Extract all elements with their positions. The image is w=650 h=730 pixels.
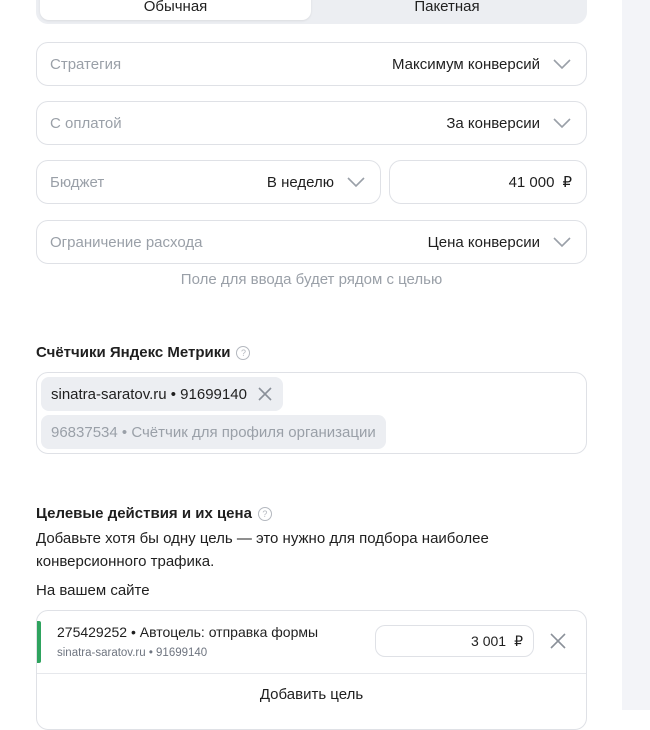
help-icon[interactable]: ? (257, 507, 272, 521)
close-icon[interactable] (549, 632, 567, 650)
suggested-counter-chip[interactable]: 96837534 • Счётчик для профиля организац… (41, 415, 386, 449)
strategy-label: Стратегия (50, 55, 122, 73)
metrika-section-title: Счётчики Яндекс Метрики? (36, 344, 251, 361)
currency-sign: ₽ (514, 632, 523, 649)
tab-package[interactable]: Пакетная (311, 0, 583, 20)
help-icon[interactable]: ? (236, 346, 251, 360)
payment-value: За конверсии (446, 114, 540, 132)
goals-description: Добавьте хотя бы одну цель — это нужно д… (36, 530, 489, 570)
payment-select[interactable]: С оплатой За конверсии (36, 101, 587, 145)
metrika-title-text: Счётчики Яндекс Метрики (36, 344, 231, 361)
chevron-down-icon (553, 59, 571, 70)
goal-subtitle: sinatra-saratov.ru • 91699140 (57, 647, 208, 659)
selected-counter-chip: sinatra-saratov.ru • 91699140 (41, 377, 283, 411)
spend-limit-hint: Поле для ввода будет рядом с целью (180, 271, 443, 288)
budget-period-select[interactable]: Бюджет В неделю (36, 160, 381, 204)
spend-limit-value: Цена конверсии (427, 233, 540, 251)
goals-list: 275429252 • Автоцель: отправка формы sin… (36, 610, 587, 730)
spend-limit-select[interactable]: Ограничение расхода Цена конверсии (36, 220, 587, 264)
strategy-value: Максимум конверсий (391, 55, 540, 73)
spend-limit-label: Ограничение расхода (50, 233, 203, 251)
budget-label: Бюджет (50, 173, 105, 191)
on-site-subheading: На вашем сайте (36, 582, 150, 599)
goals-section-title: Целевые действия и их цена? (36, 505, 272, 522)
budget-period-value: В неделю (266, 173, 334, 191)
payment-label: С оплатой (50, 114, 122, 132)
chevron-down-icon (553, 237, 571, 248)
goals-title-text: Целевые действия и их цена (36, 505, 252, 522)
selected-counter-text: sinatra-saratov.ru • 91699140 (51, 385, 247, 403)
close-icon[interactable] (257, 386, 273, 402)
goal-price-value: 3 001 (471, 633, 507, 649)
budget-amount-value: 41 000 (508, 173, 555, 191)
campaign-type-switch: Обычная Пакетная (36, 0, 587, 24)
metrika-counters-field[interactable]: sinatra-saratov.ru • 91699140 96837534 •… (36, 372, 587, 454)
chevron-down-icon (553, 118, 571, 129)
currency-sign: ₽ (562, 174, 572, 191)
goal-price-input[interactable]: 3 001 ₽ (375, 625, 534, 657)
goal-accent-bar (37, 621, 41, 663)
chevron-down-icon (347, 177, 365, 188)
strategy-select[interactable]: Стратегия Максимум конверсий (36, 42, 587, 86)
budget-amount-input[interactable]: 41 000 ₽ (389, 160, 587, 204)
goal-title: 275429252 • Автоцель: отправка формы (57, 624, 319, 640)
suggested-counter-text: 96837534 • Счётчик для профиля организац… (51, 423, 376, 441)
right-sidebar-strip (622, 0, 650, 710)
tab-regular[interactable]: Обычная (40, 0, 311, 20)
